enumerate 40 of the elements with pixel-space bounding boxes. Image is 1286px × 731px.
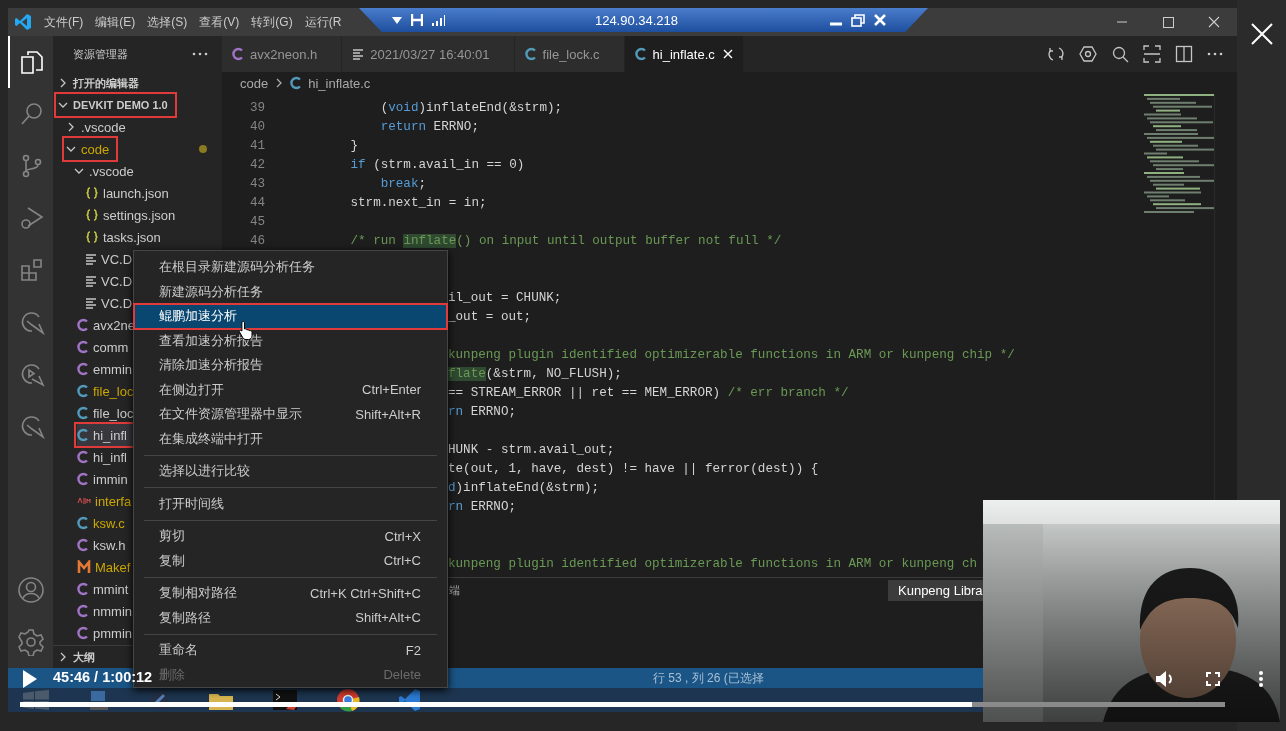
code-line: te(out, 1, have, dest) != have || ferror(dest)) { — [448, 461, 819, 476]
code-line: rn ERRNO; — [448, 404, 517, 419]
code-line: rn ERRNO; — [448, 499, 517, 514]
keyboard-shortcut: Ctrl+X — [384, 528, 421, 544]
host-address: 124.90.34.218 — [594, 12, 679, 28]
code-line: /* run inflate() on input until output buffer not full */ — [349, 233, 782, 248]
code-line: il_out = CHUNK; — [448, 290, 562, 305]
line-number: 39 — [248, 100, 265, 115]
code-line: flate(&strm, NO_FLUSH); — [448, 366, 622, 381]
line-number: 43 — [248, 176, 265, 191]
code-line: d)inflateEnd(&strm); — [448, 480, 600, 495]
code-line: if (strm.avail_in == 0) — [349, 157, 525, 172]
time-display: 45:46 / 1:00:12 — [53, 669, 153, 685]
code-line: == STREAM_ERROR || ret == MEM_ERROR) /* err branch */ — [448, 385, 849, 400]
keyboard-shortcut: Delete — [383, 667, 421, 683]
keyboard-shortcut: Ctrl+C — [383, 553, 421, 569]
code-line: } — [349, 138, 359, 153]
code-line: (void)inflateEnd(&strm); — [379, 100, 563, 115]
annotation-frame: code — [65, 139, 116, 159]
line-number: 46 — [248, 233, 265, 248]
code-line: HUNK - strm.avail_out; — [448, 442, 615, 457]
code-line: return ERRNO; — [379, 119, 479, 134]
line-number: 44 — [248, 195, 265, 210]
annotation-frame: hi_infl — [77, 425, 133, 445]
keyboard-shortcut: F2 — [405, 642, 421, 658]
line-number: 41 — [248, 138, 265, 153]
code-line: _out = out; — [448, 309, 532, 324]
code-line: kunpeng plugin identified optimizerable functions in ARM or kunpeng chip */ — [448, 347, 1015, 362]
line-number: 42 — [248, 157, 265, 172]
annotation-frame: DEVKIT DEMO 1.0 — [57, 95, 174, 115]
line-number: 40 — [248, 119, 265, 134]
panel-title: 资源管理器 — [73, 46, 128, 62]
keyboard-shortcut: Ctrl+K Ctrl+Shift+C — [310, 585, 421, 601]
keyboard-shortcut: Shift+Alt+C — [355, 610, 421, 626]
code-line: kunpeng plugin identified optimizerable functions in ARM or kunpeng ch — [448, 556, 978, 571]
code-line: break; — [379, 176, 427, 191]
keyboard-shortcut: Ctrl+Enter — [362, 382, 421, 398]
keyboard-shortcut: Shift+Alt+R — [355, 406, 421, 422]
code-line: strm.next_in = in; — [349, 195, 487, 210]
line-number: 45 — [248, 214, 265, 229]
